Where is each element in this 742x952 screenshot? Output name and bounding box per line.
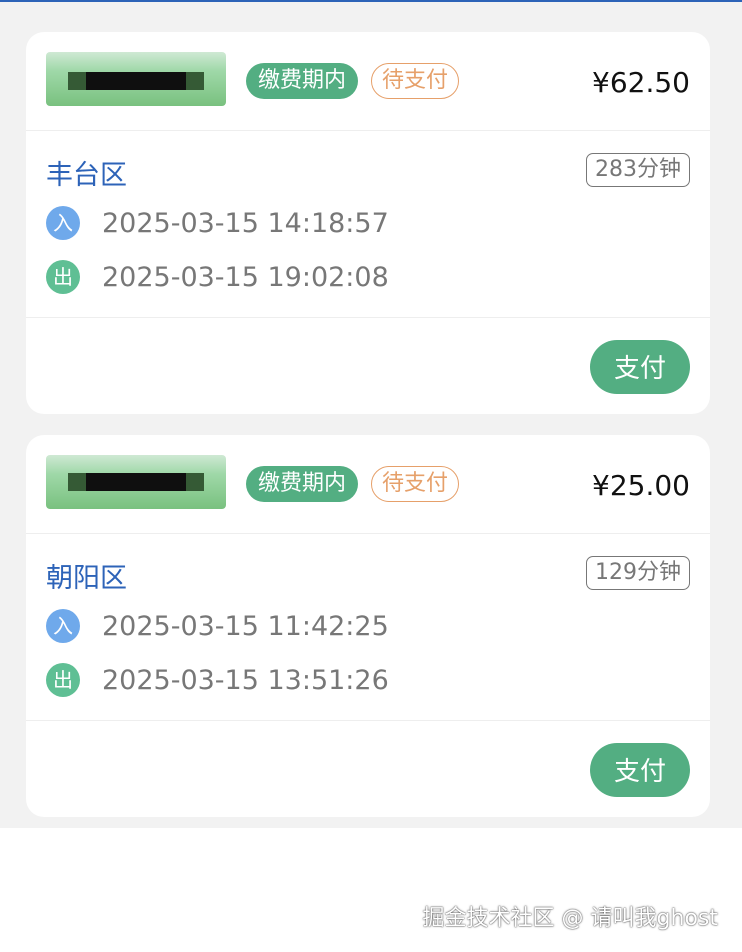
pay-button[interactable]: 支付 (590, 340, 690, 394)
card-header: 缴费期内 待支付 ¥62.50 (26, 32, 710, 131)
license-plate-image (46, 52, 226, 106)
exit-time: 2025-03-15 19:02:08 (102, 261, 389, 293)
card-header: 缴费期内 待支付 ¥25.00 (26, 435, 710, 534)
plate-redaction (86, 72, 186, 90)
card-footer: 支付 (26, 721, 710, 817)
parking-order-card: 缴费期内 待支付 ¥25.00 朝阳区 129分钟 入 2025-03-15 1… (26, 435, 710, 817)
pending-payment-badge: 待支付 (371, 466, 460, 502)
duration-badge: 283分钟 (586, 153, 690, 187)
order-price: ¥25.00 (592, 469, 690, 502)
license-plate-image (46, 455, 226, 509)
order-price: ¥62.50 (592, 66, 690, 99)
entry-icon: 入 (46, 609, 80, 643)
watermark: 掘金技术社区 @ 请叫我ghost (422, 906, 718, 931)
card-body: 朝阳区 129分钟 入 2025-03-15 11:42:25 出 2025-0… (26, 534, 710, 721)
duration-badge: 129分钟 (586, 556, 690, 590)
exit-time: 2025-03-15 13:51:26 (102, 664, 389, 696)
entry-icon: 入 (46, 206, 80, 240)
card-footer: 支付 (26, 318, 710, 414)
billing-period-badge: 缴费期内 (246, 466, 359, 502)
entry-time-row: 入 2025-03-15 11:42:25 (46, 608, 389, 644)
card-body: 丰台区 283分钟 入 2025-03-15 14:18:57 出 2025-0… (26, 131, 710, 318)
entry-time: 2025-03-15 14:18:57 (102, 207, 389, 239)
pay-button[interactable]: 支付 (590, 743, 690, 797)
billing-period-badge: 缴费期内 (246, 63, 359, 99)
parking-order-card: 缴费期内 待支付 ¥62.50 丰台区 283分钟 入 2025-03-15 1… (26, 32, 710, 414)
parking-region: 朝阳区 (46, 563, 127, 594)
exit-time-row: 出 2025-03-15 13:51:26 (46, 662, 389, 698)
pending-payment-badge: 待支付 (371, 63, 460, 99)
parking-region: 丰台区 (46, 160, 127, 191)
plate-redaction (86, 473, 186, 491)
exit-icon: 出 (46, 260, 80, 294)
entry-time-row: 入 2025-03-15 14:18:57 (46, 205, 389, 241)
exit-icon: 出 (46, 663, 80, 697)
exit-time-row: 出 2025-03-15 19:02:08 (46, 259, 389, 295)
entry-time: 2025-03-15 11:42:25 (102, 610, 389, 642)
